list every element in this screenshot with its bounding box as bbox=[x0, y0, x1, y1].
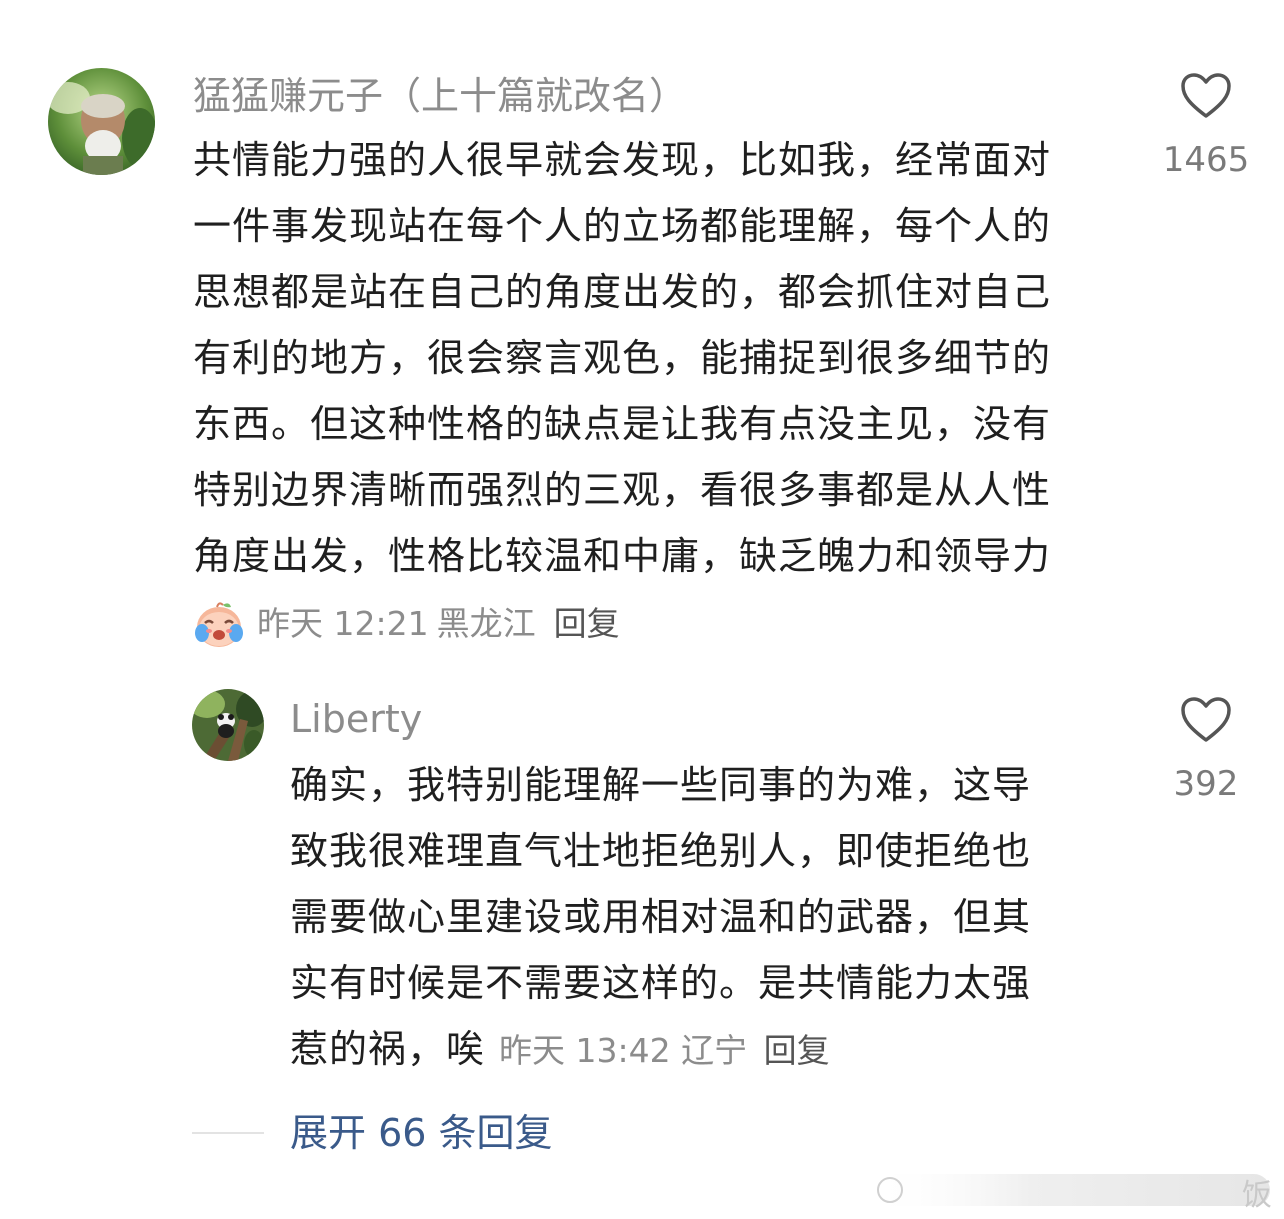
comment-meta: 昨天 12:21 黑龙江 回复 bbox=[193, 599, 628, 649]
avatar[interactable] bbox=[48, 68, 155, 175]
like-button[interactable]: 1465 bbox=[1158, 70, 1254, 180]
comment-line: 特别边界清晰而强烈的三观，看很多事都是从人性 bbox=[193, 468, 1052, 512]
heart-outline-icon bbox=[1158, 694, 1254, 748]
panda-tree-photo-avatar bbox=[192, 689, 264, 761]
like-count: 392 bbox=[1173, 764, 1239, 804]
comment-line: 致我很难理直气壮地拒绝别人，即使拒绝也 bbox=[290, 829, 1032, 873]
comment-line: 有利的地方，很会察言观色，能捕捉到很多细节的 bbox=[193, 336, 1052, 380]
expand-divider bbox=[192, 1132, 264, 1134]
watermark-logo-icon bbox=[870, 1174, 1270, 1206]
comment-time: 昨天 13:42 bbox=[499, 1031, 671, 1070]
comment-line: 一件事发现站在每个人的立场都能理解，每个人的 bbox=[193, 204, 1052, 248]
comment-line: 共情能力强的人很早就会发现，比如我，经常面对 bbox=[193, 138, 1052, 182]
comment-line: 惹的祸，唉 昨天 13:42 辽宁 回复 bbox=[290, 1016, 1031, 1084]
comment-line: 确实，我特别能理解一些同事的为难，这导 bbox=[290, 763, 1032, 807]
expand-replies-button[interactable]: 展开 66 条回复 bbox=[290, 1108, 553, 1158]
heart-outline-icon bbox=[1158, 70, 1254, 124]
watermark-text: 饭 bbox=[1242, 1178, 1272, 1213]
like-count: 1465 bbox=[1162, 140, 1250, 180]
comment-line: 角度出发，性格比较温和中庸，缺乏魄力和领导力 bbox=[193, 534, 1052, 578]
comment-line: 实有时候是不需要这样的。是共情能力太强 bbox=[290, 961, 1032, 1005]
comment-body: 共情能力强的人很早就会发现，比如我，经常面对 一件事发现站在每个人的立场都能理解… bbox=[193, 127, 1051, 589]
comment-username[interactable]: Liberty bbox=[290, 694, 422, 744]
comment-line: 需要做心里建设或用相对温和的武器，但其 bbox=[290, 895, 1032, 939]
like-button[interactable]: 392 bbox=[1158, 694, 1254, 804]
watermark: 饭 bbox=[870, 1168, 1284, 1213]
comment-username[interactable]: 猛猛赚元子（上十篇就改名） bbox=[193, 71, 687, 121]
crying-emoji-icon bbox=[193, 599, 245, 649]
avatar[interactable] bbox=[192, 689, 264, 761]
comment-location: 辽宁 bbox=[681, 1031, 748, 1070]
comment-last-line: 惹的祸，唉 bbox=[290, 1027, 486, 1071]
elderly-man-photo-avatar bbox=[48, 68, 155, 175]
comment-time: 昨天 12:21 bbox=[257, 604, 429, 643]
comment-location: 黑龙江 bbox=[436, 604, 536, 643]
comment-meta: 昨天 13:42 辽宁 回复 bbox=[499, 1031, 830, 1070]
reply-button[interactable]: 回复 bbox=[554, 599, 620, 649]
comment-line: 东西。但这种性格的缺点是让我有点没主见，没有 bbox=[193, 402, 1052, 446]
comment-body: 确实，我特别能理解一些同事的为难，这导 致我很难理直气壮地拒绝别人，即使拒绝也 … bbox=[290, 752, 1031, 1084]
reply-button[interactable]: 回复 bbox=[764, 1031, 830, 1070]
comment-line: 思想都是站在自己的角度出发的，都会抓住对自己 bbox=[193, 270, 1052, 314]
